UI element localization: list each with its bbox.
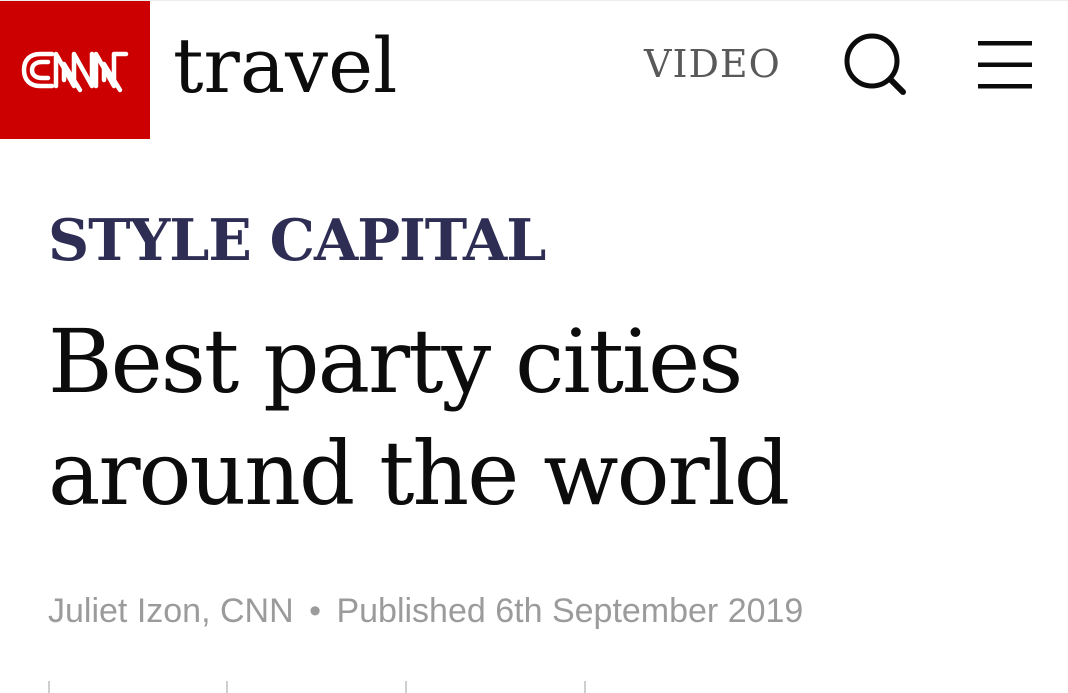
- byline-published-date: Published 6th September 2019: [336, 592, 804, 630]
- site-header: travel VIDEO: [0, 0, 1068, 139]
- search-icon: [844, 33, 906, 95]
- cnn-logo[interactable]: [0, 1, 150, 139]
- menu-button[interactable]: [976, 39, 1034, 91]
- share-divider: [584, 681, 586, 693]
- byline-author: Juliet Izon, CNN: [48, 592, 294, 630]
- byline-separator: •: [309, 592, 321, 630]
- hamburger-menu-icon: [978, 41, 1032, 89]
- share-bar: [0, 681, 1068, 693]
- share-divider: [226, 681, 228, 693]
- search-button[interactable]: [840, 31, 910, 101]
- article-headline: Best party cities around the world: [48, 310, 790, 525]
- cnn-logo-mark: [21, 51, 129, 93]
- section-title-travel[interactable]: travel: [173, 23, 397, 109]
- article-kicker[interactable]: STYLE CAPITAL: [48, 208, 546, 274]
- article-byline: Juliet Izon, CNN • Published 6th Septemb…: [48, 590, 803, 632]
- nav-video-link[interactable]: VIDEO: [644, 41, 781, 87]
- share-divider: [48, 681, 50, 693]
- share-divider: [405, 681, 407, 693]
